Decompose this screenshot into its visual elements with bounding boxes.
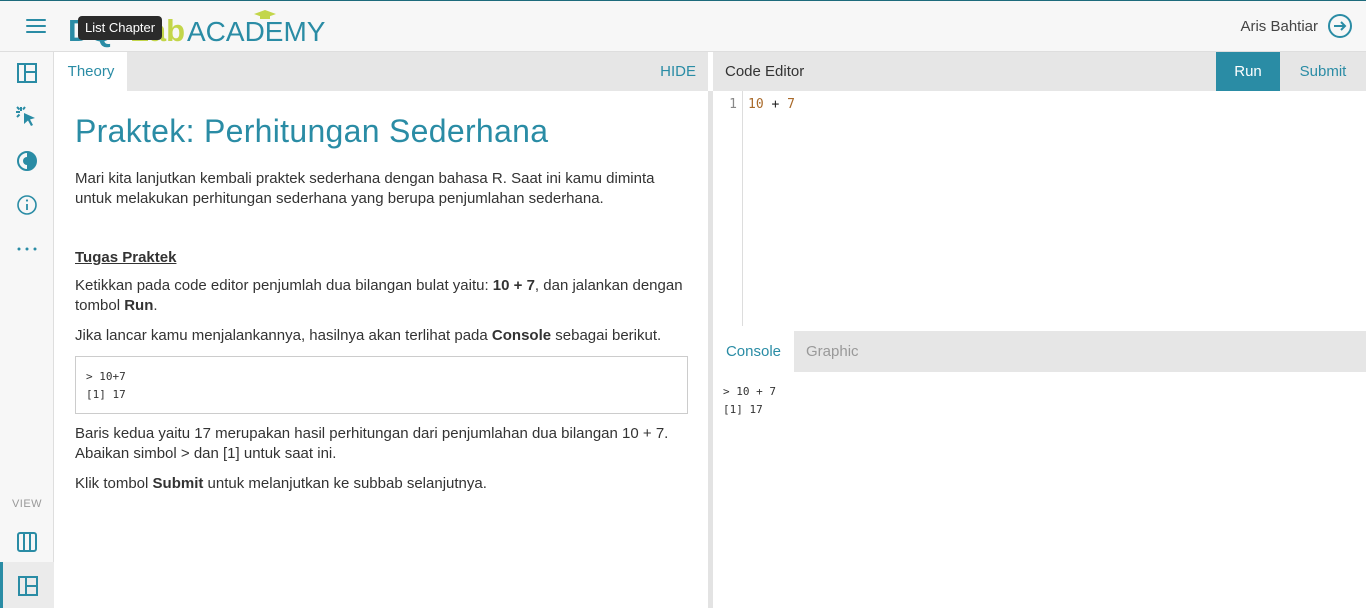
contrast-icon[interactable] [15,149,39,173]
graduation-cap-icon [254,10,276,19]
layout-icon[interactable] [15,61,39,85]
theory-tab-bar: Theory HIDE [55,52,708,91]
logout-icon[interactable] [1327,13,1353,39]
line-gutter: 1 [713,91,743,326]
tab-console[interactable]: Console [713,331,794,372]
intro-paragraph: Mari kita lanjutkan kembali praktek sede… [75,170,655,207]
tab-graphic[interactable]: Graphic [806,331,859,372]
code-editor-title: Code Editor [725,63,805,80]
columns-icon[interactable] [15,530,39,554]
tab-theory[interactable]: Theory [55,52,127,91]
code-editor[interactable]: 1 10 + 7 [713,91,1366,326]
task-heading: Tugas Praktek [75,249,177,266]
code-editor-header: Code Editor Run Submit [713,52,1366,91]
cursor-click-icon[interactable] [15,105,39,129]
hide-button[interactable]: HIDE [660,52,696,91]
line-number: 1 [729,97,737,112]
run-button[interactable]: Run [1216,52,1280,91]
more-dots-icon[interactable] [15,237,39,261]
top-bar: DQ Lab ACADEMY List Chapter Aris Bahtiar [0,0,1366,52]
layout-panel-icon[interactable] [16,574,40,598]
left-sidebar: VIEW [0,52,54,608]
console-output-area: > 10 + 7 [1] 17 [713,372,1366,608]
hamburger-menu-icon[interactable] [24,15,48,37]
view-label: VIEW [11,498,43,510]
submit-button[interactable]: Submit [1280,52,1366,91]
explanation-paragraph: Baris kedua yaitu 17 merupakan hasil per… [75,425,669,462]
console-output: > 10 + 7 [1] 17 [723,385,776,416]
closing-paragraph: Klik tombol Submit untuk melanjutkan ke … [75,475,487,492]
user-name: Aris Bahtiar [1240,18,1318,35]
theory-content: Praktek: Perhitungan Sederhana Mari kita… [75,91,689,494]
task-instruction-1: Ketikkan pada code editor penjumlah dua … [75,277,683,314]
code-sample-block: > 10+7 [1] 17 [75,356,688,414]
code-line[interactable]: 10 + 7 [748,97,795,112]
info-icon[interactable] [15,193,39,217]
page-title: Praktek: Perhitungan Sederhana [75,113,549,149]
console-tab-bar: Console Graphic [713,331,1366,372]
theory-panel: Theory HIDE Praktek: Perhitungan Sederha… [55,52,708,608]
list-chapter-tooltip: List Chapter [78,16,163,40]
task-instruction-2: Jika lancar kamu menjalankannya, hasilny… [75,327,662,344]
